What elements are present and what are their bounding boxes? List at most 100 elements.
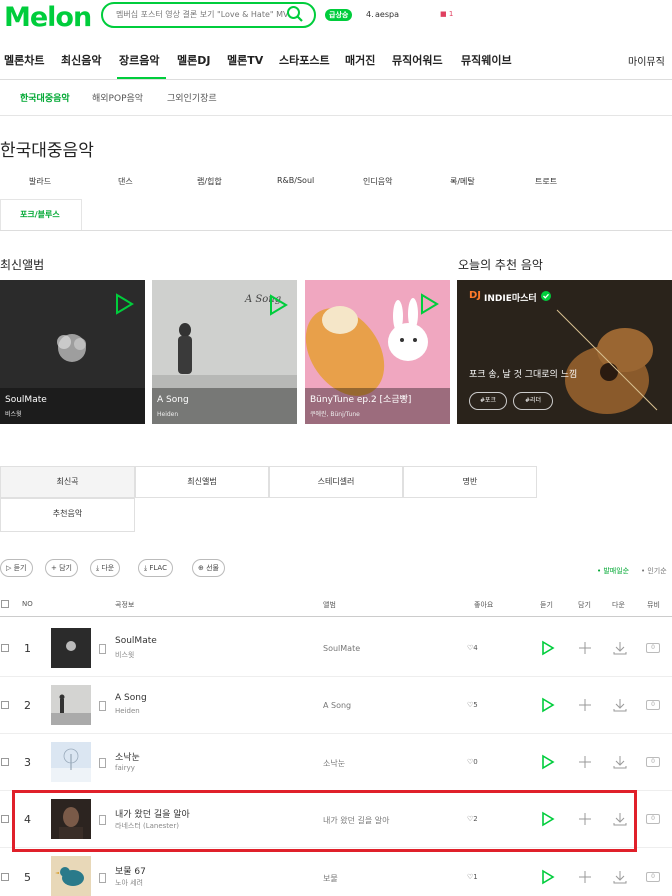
table-row[interactable]: 5 보물 67 노아 세려 보물 ♡1 0 <box>0 848 672 896</box>
mv-button[interactable]: 0 <box>646 757 660 767</box>
gnb-latest[interactable]: 최신음악 <box>61 52 101 68</box>
search-input[interactable]: 멤버십 포스터 영상 결론 보기 "Love & Hate" MV <box>116 9 288 20</box>
download-icon[interactable] <box>612 640 628 656</box>
download-icon[interactable] <box>612 869 628 885</box>
row-thumbnail[interactable] <box>51 856 91 896</box>
song-info-icon[interactable] <box>99 873 106 883</box>
table-row[interactable]: 2 A Song Heiden A Song ♡5 0 <box>0 677 672 734</box>
download-button[interactable]: ⤓ 다운 <box>90 559 121 577</box>
dj-tag[interactable]: #포크 <box>469 392 507 410</box>
melon-logo[interactable]: Melon <box>4 2 92 33</box>
dj-name[interactable]: INDIE마스터 <box>484 291 537 304</box>
song-album[interactable]: 소낙눈 <box>323 758 345 769</box>
add-button[interactable]: + 담기 <box>45 559 78 577</box>
play-icon[interactable] <box>114 293 134 315</box>
song-title[interactable]: SoulMate <box>115 636 157 646</box>
row-thumbnail[interactable] <box>51 742 91 782</box>
row-checkbox[interactable] <box>1 644 9 652</box>
like-button[interactable]: ♡4 <box>467 644 478 652</box>
download-icon[interactable] <box>612 754 628 770</box>
like-button[interactable]: ♡0 <box>467 758 478 766</box>
song-artist[interactable]: 노아 세려 <box>115 878 143 888</box>
subnav-pop[interactable]: 해외POP음악 <box>92 91 143 104</box>
genre-indie[interactable]: 인디음악 <box>363 176 392 187</box>
dj-recommend-card[interactable]: DJ INDIE마스터 포크 송, 날 것 그대로의 느낌 #포크 #리더 <box>457 280 672 424</box>
search-icon[interactable] <box>286 5 304 23</box>
gnb-mymusic[interactable]: 마이뮤직 <box>628 53 665 68</box>
album-artist[interactable]: 비스윗 <box>5 409 22 418</box>
song-info-icon[interactable] <box>99 701 106 711</box>
gnb-awards[interactable]: 뮤직어워드 <box>392 52 443 68</box>
song-title[interactable]: A Song <box>115 693 147 703</box>
play-icon[interactable] <box>540 869 556 885</box>
select-all-checkbox[interactable] <box>1 600 9 608</box>
add-icon[interactable] <box>577 754 593 770</box>
gnb-chart[interactable]: 멜론차트 <box>4 52 44 68</box>
album-title[interactable]: A Song <box>157 395 189 405</box>
like-button[interactable]: ♡1 <box>467 873 478 881</box>
row-checkbox[interactable] <box>1 873 9 881</box>
row-thumbnail[interactable] <box>51 685 91 725</box>
add-icon[interactable] <box>577 697 593 713</box>
tab-recommend[interactable]: 추천음악 <box>0 498 135 532</box>
album-artist[interactable]: 쿠에린, Bünj/Tune <box>310 409 360 418</box>
trending-keyword[interactable]: aespa <box>375 10 399 19</box>
add-icon[interactable] <box>577 640 593 656</box>
album-artist[interactable]: Heiden <box>157 411 178 418</box>
row-thumbnail[interactable] <box>51 628 91 668</box>
album-title[interactable]: BünyTune ep.2 [소금빵] <box>310 392 411 405</box>
song-info-icon[interactable] <box>99 644 106 654</box>
tab-steady[interactable]: 스테디셀러 <box>269 466 403 498</box>
play-icon[interactable] <box>540 640 556 656</box>
album-card[interactable]: A Song A Song Heiden <box>152 280 297 424</box>
genre-ballad[interactable]: 발라드 <box>29 176 51 187</box>
play-icon[interactable] <box>419 293 439 315</box>
gnb-dj[interactable]: 멜론DJ <box>177 52 210 68</box>
play-all-button[interactable]: ▷ 듣기 <box>0 559 33 577</box>
genre-rnb[interactable]: R&B/Soul <box>277 176 314 185</box>
genre-hiphop[interactable]: 랩/힙합 <box>197 176 222 187</box>
subnav-other[interactable]: 그외인기장르 <box>167 91 217 104</box>
play-icon[interactable] <box>268 294 288 316</box>
row-checkbox[interactable] <box>1 758 9 766</box>
song-album[interactable]: SoulMate <box>323 644 360 653</box>
table-row[interactable]: 3 소낙눈 fairyy 소낙눈 ♡0 0 <box>0 734 672 791</box>
download-icon[interactable] <box>612 697 628 713</box>
album-title[interactable]: SoulMate <box>5 395 47 405</box>
like-button[interactable]: ♡5 <box>467 701 478 709</box>
genre-folk[interactable]: 포크/블루스 <box>20 209 60 220</box>
flac-button[interactable]: ⤓ FLAC <box>138 559 173 577</box>
song-album[interactable]: 보물 <box>323 873 338 884</box>
mv-button[interactable]: 0 <box>646 814 660 824</box>
mv-button[interactable]: 0 <box>646 872 660 882</box>
gnb-magazine[interactable]: 매거진 <box>345 52 375 68</box>
play-icon[interactable] <box>540 754 556 770</box>
song-album[interactable]: A Song <box>323 701 351 710</box>
row-checkbox[interactable] <box>1 815 9 823</box>
dj-title[interactable]: 포크 송, 날 것 그대로의 느낌 <box>469 367 577 380</box>
play-icon[interactable] <box>540 697 556 713</box>
tab-classic[interactable]: 명반 <box>403 466 537 498</box>
song-artist[interactable]: Heiden <box>115 707 140 715</box>
song-artist[interactable]: 비스윗 <box>115 650 134 660</box>
mv-button[interactable]: 0 <box>646 700 660 710</box>
tab-latest-songs[interactable]: 최신곡 <box>0 466 135 498</box>
song-title[interactable]: 보물 67 <box>115 864 146 877</box>
song-artist[interactable]: fairyy <box>115 764 135 772</box>
song-title[interactable]: 소낙눈 <box>115 750 140 763</box>
genre-trot[interactable]: 트로트 <box>535 176 557 187</box>
row-checkbox[interactable] <box>1 701 9 709</box>
dj-tag[interactable]: #리더 <box>513 392 553 410</box>
add-icon[interactable] <box>577 869 593 885</box>
genre-rock[interactable]: 록/메탈 <box>450 176 475 187</box>
gnb-starpost[interactable]: 스타포스트 <box>279 52 330 68</box>
sort-release[interactable]: • 발매일순 <box>597 566 629 576</box>
album-card[interactable]: BünyTune ep.2 [소금빵] 쿠에린, Bünj/Tune <box>305 280 450 424</box>
tab-latest-albums[interactable]: 최신앨범 <box>135 466 269 498</box>
album-card[interactable]: SoulMate 비스윗 <box>0 280 145 424</box>
gnb-musicwave[interactable]: 뮤직웨이브 <box>461 52 512 68</box>
gnb-tv[interactable]: 멜론TV <box>227 52 263 68</box>
table-row[interactable]: 1 SoulMate 비스윗 SoulMate ♡4 0 <box>0 620 672 677</box>
subnav-korean[interactable]: 한국대중음악 <box>20 91 70 104</box>
gift-button[interactable]: ⊕ 선물 <box>192 559 225 577</box>
